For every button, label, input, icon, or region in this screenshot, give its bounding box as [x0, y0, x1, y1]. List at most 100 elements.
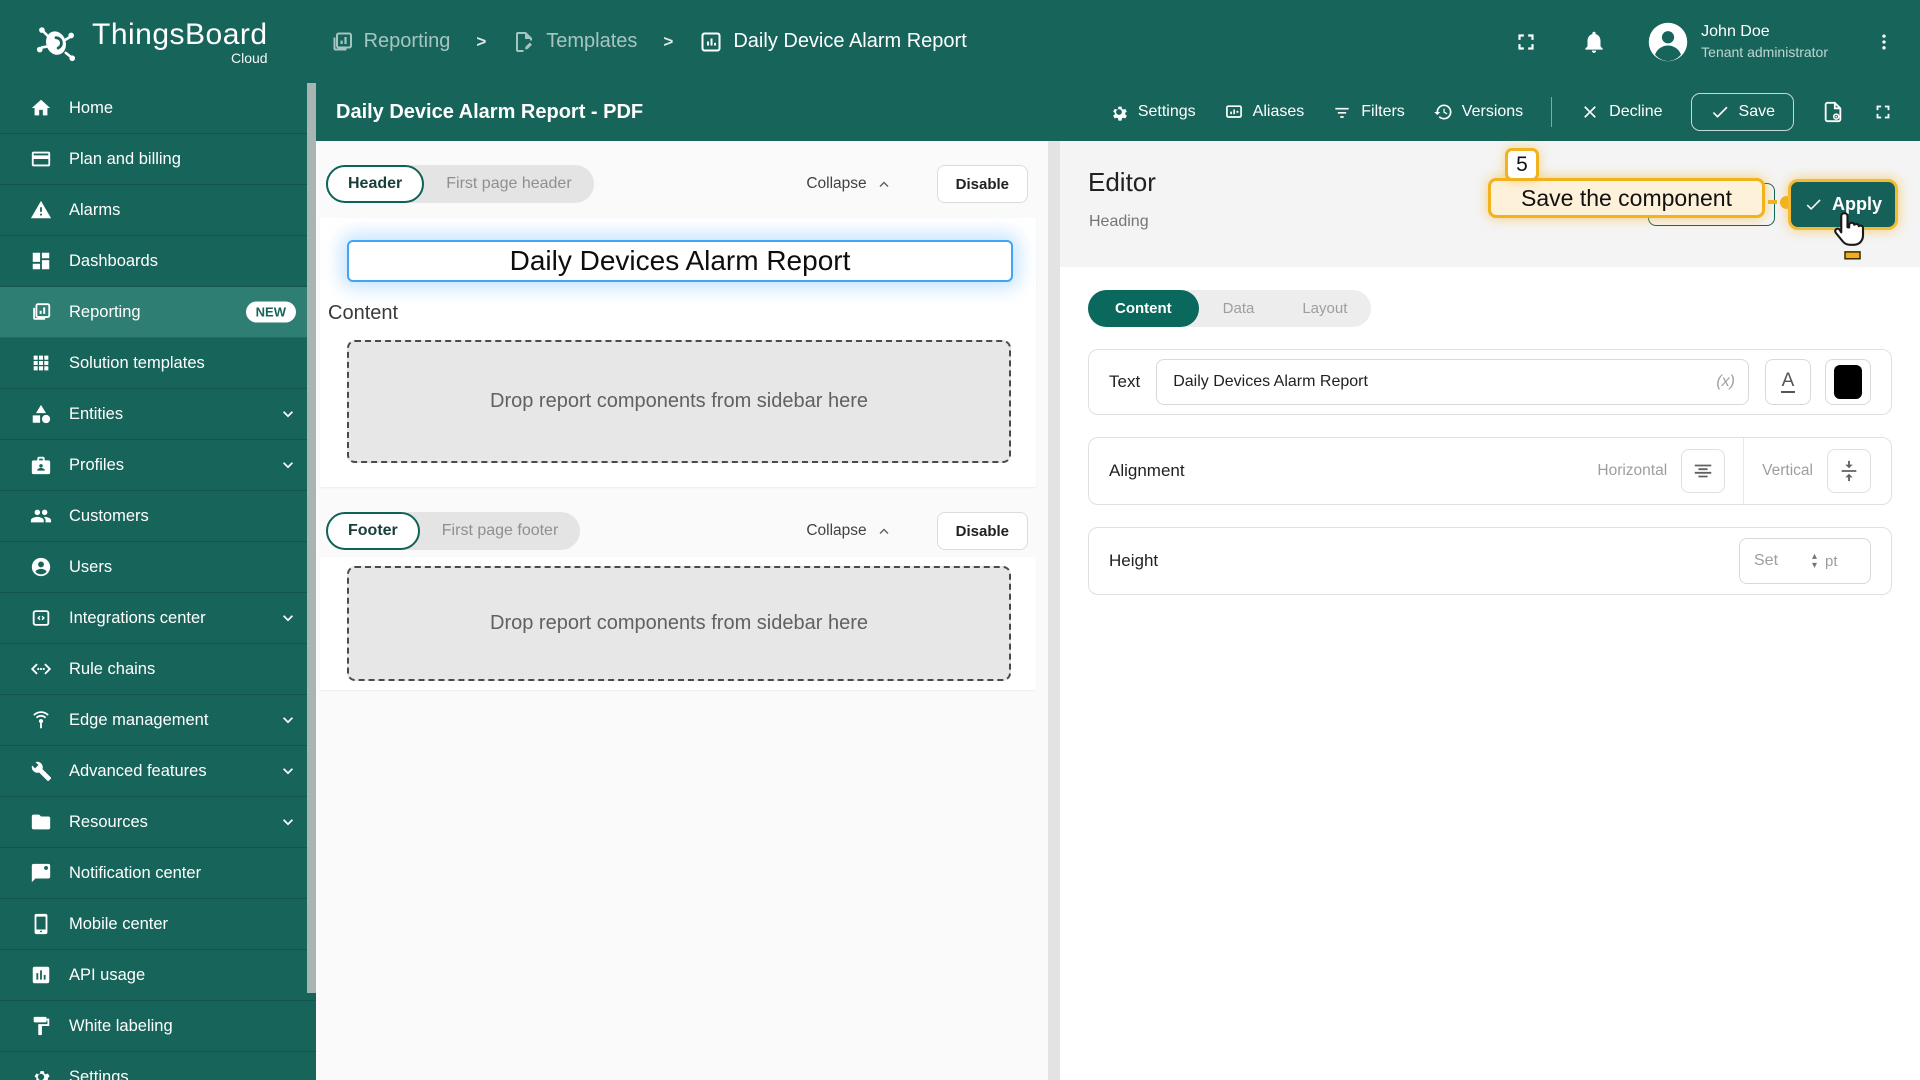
sidebar-item-customers[interactable]: Customers	[0, 491, 316, 542]
editor-panel: Editor Heading Content Data Layout Text …	[1060, 141, 1920, 1080]
sidebar-item-rule-chains[interactable]: Rule chains	[0, 644, 316, 695]
sidebar-item-advanced-features[interactable]: Advanced features	[0, 746, 316, 797]
sidebar-item-api-usage[interactable]: API usage	[0, 950, 316, 1001]
vertical-label: Vertical	[1762, 462, 1813, 479]
sidebar-item-resources[interactable]: Resources	[0, 797, 316, 848]
footer-collapse-button[interactable]: Collapse	[806, 522, 892, 540]
versions-button[interactable]: Versions	[1433, 102, 1523, 122]
vertical-align-button[interactable]	[1827, 449, 1871, 493]
sidebar-item-users[interactable]: Users	[0, 542, 316, 593]
header-tab[interactable]: Header	[326, 165, 425, 203]
history-icon	[1434, 104, 1452, 120]
tab-data[interactable]: Data	[1199, 290, 1279, 327]
grid-apps-icon	[33, 355, 49, 371]
header-paper: Content Drop report components from side…	[320, 218, 1036, 487]
notifications-bell-icon[interactable]	[1581, 29, 1607, 55]
header-tabs: Header First page header	[326, 165, 594, 203]
tab-layout[interactable]: Layout	[1278, 290, 1371, 327]
chevron-down-icon	[283, 462, 293, 469]
breadcrumb-current-report[interactable]: Daily Device Alarm Report	[699, 30, 967, 54]
report-heading-input[interactable]	[347, 240, 1013, 282]
decline-button[interactable]: Decline	[1580, 102, 1663, 122]
report-chart-icon	[701, 32, 721, 51]
report-title: Daily Device Alarm Report - PDF	[336, 100, 644, 123]
message-flag-icon	[31, 863, 51, 883]
new-badge: NEW	[245, 301, 296, 323]
filter-icon	[1335, 107, 1349, 118]
top-bar: ThingsBoard Cloud Reporting > Templates	[0, 0, 1920, 83]
font-style-button[interactable]: A	[1765, 359, 1811, 405]
alignment-label: Alignment	[1109, 461, 1185, 480]
report-canvas-panel: Header First page header Collapse Disabl…	[316, 141, 1048, 1080]
stepper-arrows[interactable]: ▴ ▾	[1812, 552, 1817, 571]
panel-scrollbar[interactable]	[1048, 141, 1060, 1080]
warning-triangle-icon	[30, 200, 52, 219]
first-page-header-tab[interactable]: First page header	[424, 175, 593, 193]
horizontal-align-button[interactable]	[1681, 449, 1726, 493]
header-collapse-button[interactable]: Collapse	[806, 175, 892, 193]
user-avatar[interactable]	[1647, 21, 1689, 63]
templates-icon	[516, 31, 533, 52]
sidebar-item-dashboards[interactable]: Dashboards	[0, 236, 316, 287]
chevron-down-icon	[283, 411, 293, 418]
sidebar-item-white-labeling[interactable]: White labeling	[0, 1001, 316, 1052]
header-disable-button[interactable]: Disable	[936, 165, 1028, 203]
filters-button[interactable]: Filters	[1332, 102, 1405, 122]
sidebar-item-edge-management[interactable]: Edge management	[0, 695, 316, 746]
footer-disable-button[interactable]: Disable	[936, 512, 1028, 550]
toolbar-divider	[1551, 97, 1553, 127]
sidebar-item-plan-and-billing[interactable]: Plan and billing	[0, 134, 316, 185]
editor-tabs: Content Data Layout	[1088, 290, 1372, 327]
chevron-down-icon	[283, 768, 293, 775]
footer-dropzone[interactable]: Drop report components from sidebar here	[347, 566, 1011, 681]
breadcrumb-templates[interactable]: Templates	[512, 30, 637, 54]
folder-icon	[31, 814, 51, 830]
editor-subtitle: Heading	[1089, 213, 1149, 230]
preview-pdf-button[interactable]	[1822, 101, 1844, 123]
unit-label: pt	[1825, 552, 1838, 570]
chevron-up-icon	[879, 181, 889, 187]
text-value-input[interactable]	[1156, 359, 1749, 405]
alignment-setting-card: Alignment Horizontal Vertical	[1088, 437, 1892, 505]
sidebar-scrollbar[interactable]	[307, 83, 316, 993]
sidebar-item-alarms[interactable]: Alarms	[0, 185, 316, 236]
people-icon	[30, 509, 52, 523]
save-button[interactable]: Save	[1690, 93, 1794, 131]
antenna-icon	[33, 711, 49, 729]
sidebar-item-solution-templates[interactable]: Solution templates	[0, 338, 316, 389]
sidebar-nav: Home Plan and billing Alarms Dashboards …	[0, 83, 316, 1080]
aliases-icon	[1225, 105, 1242, 118]
height-value-input[interactable]	[1754, 552, 1812, 570]
variables-fx-icon[interactable]: (x)	[1716, 373, 1735, 391]
height-label: Height	[1109, 551, 1159, 570]
sidebar-item-settings[interactable]: Settings	[0, 1052, 316, 1080]
settings-button[interactable]: Settings	[1109, 102, 1196, 122]
footer-section-row: Footer First page footer Collapse Disabl…	[326, 512, 1028, 550]
sidebar-item-profiles[interactable]: Profiles	[0, 440, 316, 491]
font-letter-icon: A	[1780, 370, 1796, 394]
report-toolbar: Daily Device Alarm Report - PDF Settings…	[316, 83, 1920, 141]
horizontal-label: Horizontal	[1597, 462, 1668, 479]
credit-card-icon	[31, 151, 51, 167]
header-dropzone[interactable]: Drop report components from sidebar here	[347, 340, 1011, 463]
smartphone-icon	[34, 913, 48, 935]
thingsboard-logo[interactable]: ThingsBoard Cloud	[30, 16, 268, 68]
home-icon	[31, 99, 51, 116]
sidebar-item-reporting[interactable]: Reporting NEW	[0, 287, 316, 338]
thingsboard-bug-icon	[36, 26, 76, 61]
sidebar-item-mobile-center[interactable]: Mobile center	[0, 899, 316, 950]
footer-tab[interactable]: Footer	[326, 512, 420, 550]
sidebar-item-entities[interactable]: Entities	[0, 389, 316, 440]
more-menu-icon[interactable]	[1874, 29, 1894, 55]
first-page-footer-tab[interactable]: First page footer	[420, 522, 581, 540]
fullscreen-icon[interactable]	[1513, 29, 1539, 55]
sidebar-item-integrations-center[interactable]: Integrations center	[0, 593, 316, 644]
aliases-button[interactable]: Aliases	[1224, 102, 1304, 122]
text-label: Text	[1109, 372, 1141, 391]
breadcrumb-reporting[interactable]: Reporting	[330, 30, 450, 54]
text-color-button[interactable]	[1825, 359, 1871, 405]
tab-content[interactable]: Content	[1088, 290, 1199, 327]
expand-fullscreen-button[interactable]	[1872, 101, 1894, 123]
sidebar-item-notification-center[interactable]: Notification center	[0, 848, 316, 899]
sidebar-item-home[interactable]: Home	[0, 83, 316, 134]
